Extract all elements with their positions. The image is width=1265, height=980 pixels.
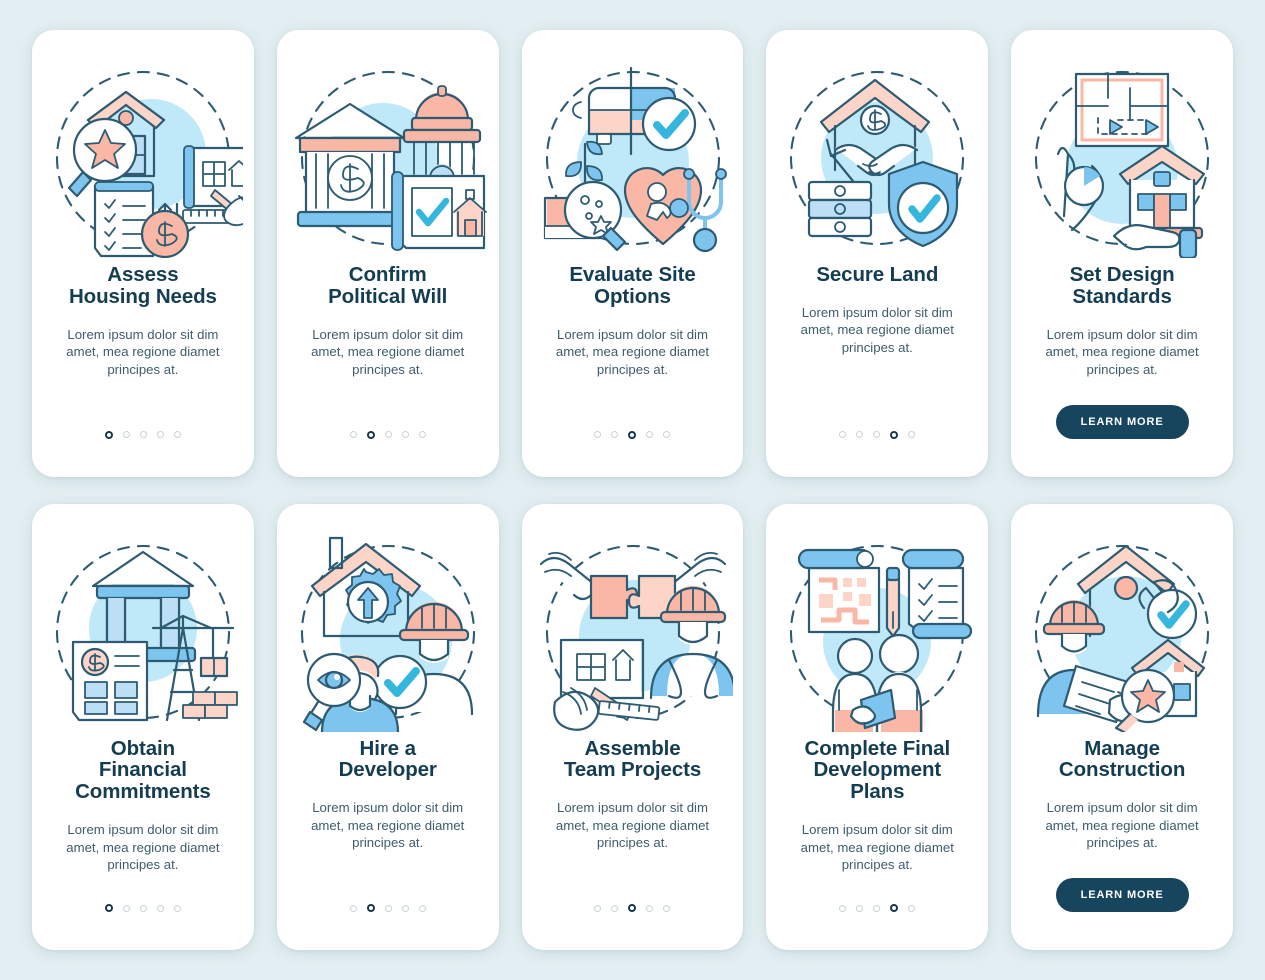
pagination-dot[interactable] [611, 431, 619, 438]
handshake-house-money-shield-check-icon [777, 58, 977, 258]
card-title: Set Design Standards [1069, 263, 1175, 308]
card-body-text: Lorem ipsum dolor sit dim amet, mea regi… [1045, 326, 1199, 377]
pagination-dot[interactable] [139, 904, 147, 912]
bus-plant-heart-stethoscope-magnifier-icon [533, 58, 733, 258]
card-body-text: Lorem ipsum dolor sit dim amet, mea regi… [555, 326, 710, 377]
floorplan-compass-house-hand-icon [1022, 58, 1222, 258]
onboarding-card-hire-a-developer[interactable]: Hire a Developer Lorem ipsum dolor sit d… [276, 503, 499, 950]
card-body-text: Lorem ipsum dolor sit dim amet, mea regi… [311, 326, 465, 377]
pagination-dot[interactable] [890, 430, 899, 439]
onboarding-card-secure-land[interactable]: Secure Land Lorem ipsum dolor sit dim am… [766, 30, 989, 477]
pagination-dot[interactable] [104, 904, 113, 912]
pagination-dot[interactable] [366, 904, 375, 912]
card-row-top: Assess Housing Needs Lorem ipsum dolor s… [32, 30, 1233, 477]
card-title: Evaluate Site Options [569, 263, 696, 308]
card-title: Secure Land [816, 263, 939, 286]
blueprint-pen-checklist-two-people-icon [777, 532, 977, 732]
card-body-text: Lorem ipsum dolor sit dim amet, mea regi… [66, 822, 220, 873]
pagination-dot[interactable] [594, 431, 602, 438]
onboarding-card-assess-housing-needs[interactable]: Assess Housing Needs Lorem ipsum dolor s… [32, 30, 254, 477]
pagination-dot[interactable] [366, 430, 375, 439]
pagination-dot[interactable] [401, 431, 409, 438]
pagination-dot[interactable] [839, 904, 847, 912]
pagination-dot[interactable] [856, 904, 864, 912]
card-title: Hire a Developer [338, 736, 437, 782]
pagination-dots[interactable] [594, 904, 671, 912]
pagination-dot[interactable] [384, 431, 392, 438]
puzzle-hands-worker-blueprint-hand-icon [533, 532, 733, 732]
card-body-text: Lorem ipsum dolor sit dim amet, mea regi… [66, 326, 220, 377]
learn-more-button[interactable]: LEARN MORE [1055, 404, 1189, 439]
pagination-dots[interactable] [839, 904, 916, 912]
card-title: Manage Construction [1058, 736, 1186, 782]
pagination-dot[interactable] [594, 904, 602, 912]
pagination-dot[interactable] [349, 431, 357, 438]
pagination-dot[interactable] [646, 904, 654, 912]
card-body-text: Lorem ipsum dolor sit dim amet, mea regi… [800, 822, 954, 873]
pagination-dot[interactable] [646, 431, 654, 438]
pagination-dots[interactable] [594, 430, 671, 439]
house-gear-worker-magnifier-check-icon [288, 532, 488, 732]
pagination-dot[interactable] [173, 431, 181, 438]
pagination-dot[interactable] [873, 904, 881, 912]
pagination-dot[interactable] [349, 904, 357, 912]
pagination-dot[interactable] [418, 904, 426, 912]
pagination-dot[interactable] [628, 904, 637, 912]
learn-more-button[interactable]: LEARN MORE [1055, 878, 1189, 912]
card-body-text: Lorem ipsum dolor sit dim amet, mea regi… [800, 304, 954, 355]
pagination-dot[interactable] [890, 904, 899, 912]
pagination-dot[interactable] [156, 431, 164, 438]
pagination-dot[interactable] [122, 904, 130, 912]
onboarding-card-confirm-political-will[interactable]: Confirm Political Will Lorem ipsum dolor… [276, 30, 499, 477]
pagination-dot[interactable] [104, 430, 113, 439]
pagination-dot[interactable] [418, 431, 426, 438]
house-magnifier-blueprint-checklist-dollar-icon [43, 58, 243, 258]
onboarding-card-set-design-standards[interactable]: Set Design Standards Lorem ipsum dolor s… [1011, 30, 1233, 477]
onboarding-card-obtain-financial-commitments[interactable]: Obtain Financial Commitments Lorem ipsum… [32, 503, 254, 950]
card-title: Assemble Team Projects [563, 736, 702, 782]
pagination-dot[interactable] [908, 431, 916, 438]
pagination-dots[interactable] [104, 430, 181, 439]
pagination-dot[interactable] [839, 431, 847, 438]
pagination-dot[interactable] [139, 431, 147, 438]
card-title: Confirm Political Will [328, 263, 448, 308]
onboarding-card-complete-final-development-plans[interactable]: Complete Final Development Plans Lorem i… [766, 503, 989, 950]
pagination-dot[interactable] [156, 904, 164, 912]
worker-clipboard-house-star-magnifier-icon [1022, 532, 1222, 732]
pagination-dot[interactable] [873, 431, 881, 438]
card-title: Obtain Financial Commitments [75, 736, 211, 804]
pagination-dot[interactable] [401, 904, 409, 912]
card-title: Complete Final Development Plans [804, 736, 951, 804]
card-body-text: Lorem ipsum dolor sit dim amet, mea regi… [1045, 800, 1199, 851]
pagination-dot[interactable] [856, 431, 864, 438]
pagination-dot[interactable] [611, 904, 619, 912]
pagination-dots[interactable] [349, 904, 426, 912]
card-body-text: Lorem ipsum dolor sit dim amet, mea regi… [311, 800, 465, 851]
pagination-dot[interactable] [663, 431, 671, 438]
pagination-dot[interactable] [663, 904, 671, 912]
card-title: Assess Housing Needs [68, 263, 217, 308]
onboarding-card-assemble-team-projects[interactable]: Assemble Team Projects Lorem ipsum dolor… [521, 503, 744, 950]
onboarding-card-evaluate-site-options[interactable]: Evaluate Site Options Lorem ipsum dolor … [521, 30, 744, 477]
bank-capitol-approved-permit-icon [288, 58, 488, 258]
bank-invoice-crane-bricks-icon [43, 532, 243, 732]
pagination-dot[interactable] [628, 430, 637, 439]
pagination-dot[interactable] [908, 904, 916, 912]
pagination-dots[interactable] [349, 430, 426, 439]
pagination-dots[interactable] [839, 430, 916, 439]
onboarding-screens-board: Assess Housing Needs Lorem ipsum dolor s… [0, 0, 1265, 980]
onboarding-card-manage-construction[interactable]: Manage Construction Lorem ipsum dolor si… [1011, 503, 1233, 950]
pagination-dot[interactable] [384, 904, 392, 912]
pagination-dot[interactable] [122, 431, 130, 438]
card-row-bottom: Obtain Financial Commitments Lorem ipsum… [32, 503, 1233, 950]
card-body-text: Lorem ipsum dolor sit dim amet, mea regi… [555, 800, 710, 851]
pagination-dots[interactable] [104, 904, 181, 912]
pagination-dot[interactable] [173, 904, 181, 912]
